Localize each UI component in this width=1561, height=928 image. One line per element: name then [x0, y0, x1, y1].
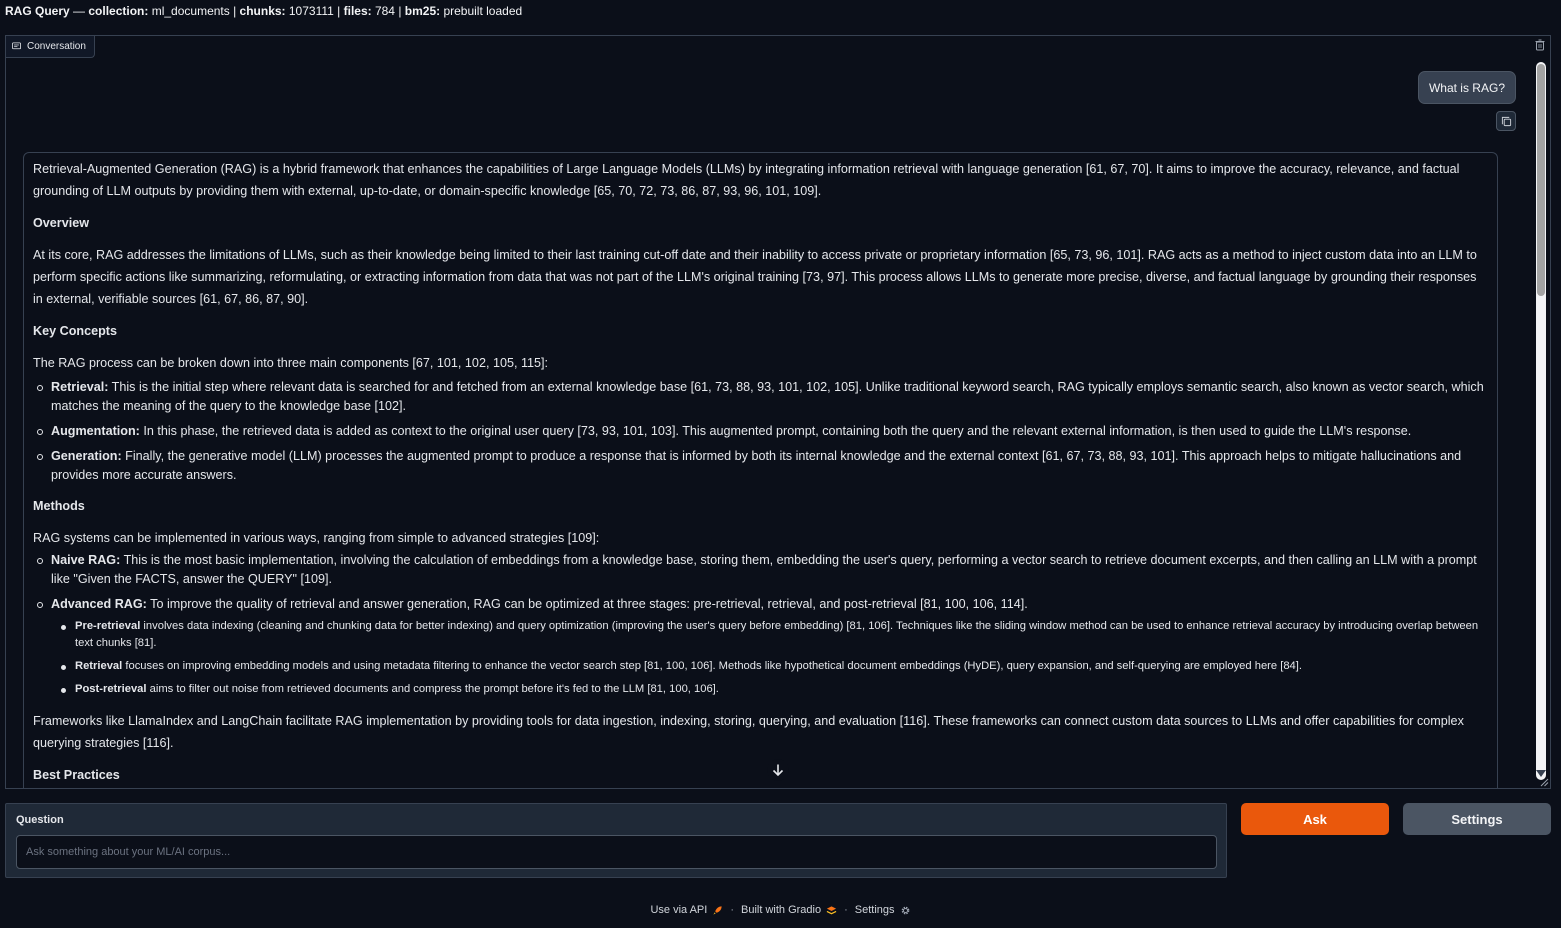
chat-icon [12, 42, 21, 50]
ask-button[interactable]: Ask [1241, 803, 1389, 835]
list-item: Post-retrieval aims to filter out noise … [57, 681, 1488, 698]
list-item-text: This is the most basic implementation, i… [51, 553, 1477, 586]
list-item-text: Finally, the generative model (LLM) proc… [51, 449, 1462, 482]
resize-handle-icon[interactable] [1539, 777, 1549, 787]
methods-list: Naive RAG: This is the most basic implem… [33, 551, 1488, 614]
question-block: Question [5, 803, 1227, 878]
trash-icon[interactable] [1534, 39, 1546, 51]
list-item: Retrieval: This is the initial step wher… [33, 378, 1488, 416]
list-item: Naive RAG: This is the most basic implem… [33, 551, 1488, 589]
footer-settings-link[interactable]: Settings [855, 904, 911, 916]
list-item: Generation: Finally, the generative mode… [33, 447, 1488, 485]
list-item-term: Pre-retrieval [75, 620, 141, 632]
list-item-text: To improve the quality of retrieval and … [146, 597, 1028, 611]
copy-button[interactable] [1496, 111, 1516, 131]
footer-separator: · [730, 904, 734, 916]
footer-separator: · [844, 904, 848, 916]
list-item-text: focuses on improving embedding models an… [122, 660, 1302, 672]
use-via-api-link[interactable]: Use via API [650, 904, 723, 916]
chunks-label: chunks: [239, 4, 286, 18]
list-item-term: Post-retrieval [75, 683, 147, 695]
gear-icon [901, 906, 909, 914]
list-item-term: Retrieval: [51, 380, 109, 394]
key-concepts-list: Retrieval: This is the initial step wher… [33, 378, 1488, 485]
list-item-text: In this phase, the retrieved data is add… [139, 424, 1412, 438]
settings-button[interactable]: Settings [1403, 803, 1551, 835]
app-title: RAG Query [5, 4, 70, 18]
methods-heading: Methods [33, 499, 85, 513]
list-item: Pre-retrieval involves data indexing (cl… [57, 618, 1488, 652]
bm25-value: prebuilt loaded [440, 4, 523, 18]
list-item-term: Advanced RAG: [51, 597, 147, 611]
overview-heading: Overview [33, 216, 90, 230]
methods-intro: RAG systems can be implemented in variou… [33, 531, 600, 545]
answer-intro: Retrieval-Augmented Generation (RAG) is … [33, 162, 1460, 198]
arrow-down-icon [772, 764, 784, 777]
list-item-term: Augmentation: [51, 424, 140, 438]
list-item-text: This is the initial step where relevant … [51, 380, 1484, 413]
question-input[interactable] [16, 835, 1217, 869]
app-header: RAG Query — collection: ml_documents | c… [5, 4, 1551, 20]
footer: Use via API · Built with Gradio · Settin… [0, 903, 1561, 917]
key-concepts-intro: The RAG process can be broken down into … [33, 356, 549, 370]
user-message-text: What is RAG? [1428, 80, 1505, 95]
advanced-rag-sublist: Pre-retrieval involves data indexing (cl… [57, 618, 1488, 698]
list-item: Advanced RAG: To improve the quality of … [33, 595, 1488, 614]
footer-settings-text: Settings [854, 904, 895, 916]
chatbot-panel: Conversation What is RAG? Retrieval-Augm… [5, 35, 1551, 789]
question-label: Question [16, 814, 64, 826]
chat-scrollbar[interactable] [1536, 62, 1546, 780]
user-message: What is RAG? [1417, 71, 1516, 104]
collection-label: collection: [88, 4, 149, 18]
list-item-term: Generation: [51, 449, 122, 463]
copy-icon [1501, 116, 1511, 126]
conversation-label: Conversation [6, 36, 95, 58]
scrollbar-thumb[interactable] [1537, 64, 1545, 296]
files-value: 784 | [371, 4, 405, 18]
bm25-label: bm25: [404, 4, 441, 18]
files-label: files: [343, 4, 372, 18]
list-item: Augmentation: In this phase, the retriev… [33, 422, 1488, 441]
bot-message: Retrieval-Augmented Generation (RAG) is … [23, 152, 1498, 788]
gradio-logo-icon [826, 905, 837, 914]
key-concepts-heading: Key Concepts [33, 324, 117, 338]
list-item: Retrieval focuses on improving embedding… [57, 658, 1488, 675]
scroll-to-bottom-button[interactable] [767, 759, 789, 781]
list-item-term: Retrieval [75, 660, 123, 672]
frameworks-text: Frameworks like LlamaIndex and LangChain… [33, 714, 1464, 750]
built-with-gradio-text: Built with Gradio [741, 904, 822, 916]
list-item-text: involves data indexing (cleaning and chu… [75, 620, 1479, 649]
conversation-label-text: Conversation [27, 41, 86, 52]
list-item-text: aims to filter out noise from retrieved … [146, 683, 719, 695]
best-practices-heading: Best Practices [33, 768, 120, 782]
overview-text: At its core, RAG addresses the limitatio… [33, 248, 1477, 306]
list-item-term: Naive RAG: [51, 553, 121, 567]
rocket-icon [713, 905, 722, 915]
chunks-value: 1073111 | [285, 4, 344, 18]
built-with-gradio-link[interactable]: Built with Gradio [741, 904, 837, 916]
use-via-api-text: Use via API [650, 904, 708, 916]
collection-value: ml_documents | [148, 4, 240, 18]
title-separator: — [69, 4, 89, 18]
